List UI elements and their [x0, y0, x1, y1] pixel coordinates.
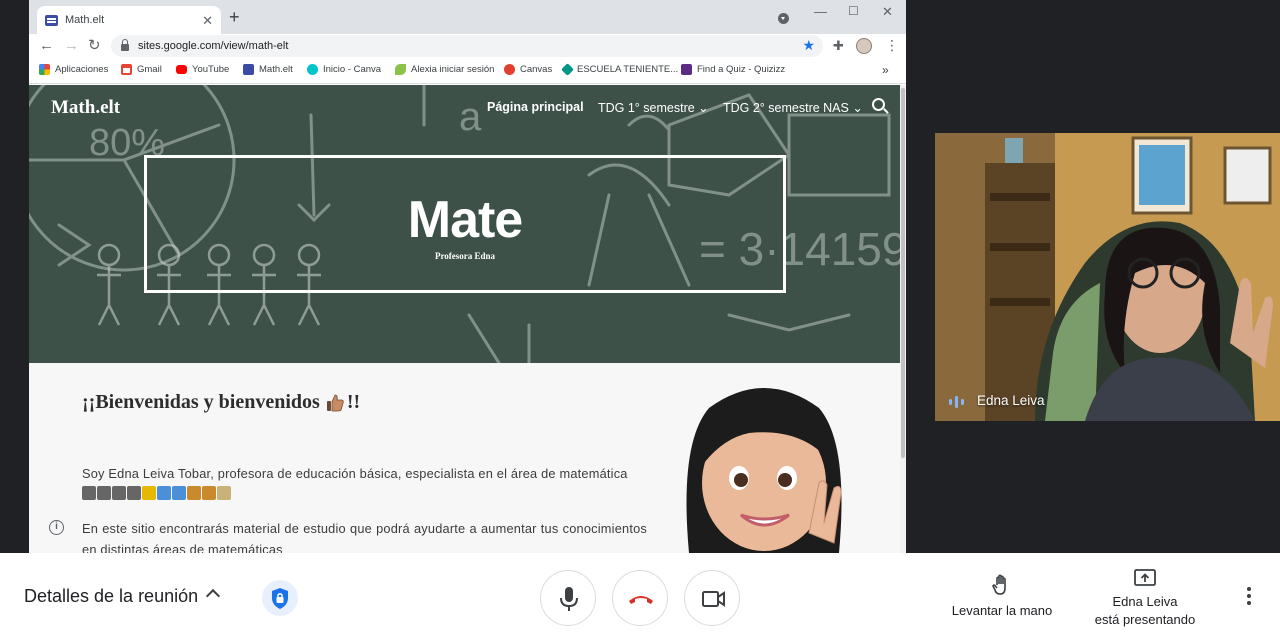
raise-hand-label: Levantar la mano: [951, 603, 1053, 618]
alexia-icon: [395, 64, 406, 75]
ruler-icon: [187, 486, 201, 500]
quizizz-icon: [681, 64, 692, 75]
camera-button[interactable]: [684, 570, 740, 626]
tab-strip: Math.elt ✕ + — ☐ ✕: [29, 0, 906, 34]
raise-hand-icon: [992, 574, 1006, 595]
microphone-button[interactable]: [540, 570, 596, 626]
hero-title-box: Mate Profesora Edna: [144, 155, 786, 293]
diamond-sign-icon: [142, 486, 156, 500]
svg-text:a: a: [459, 95, 482, 139]
line-chart-icon: [172, 486, 186, 500]
gmail-icon: [121, 64, 132, 75]
microphone-icon: [560, 587, 578, 611]
back-arrow-icon[interactable]: ←: [39, 36, 54, 56]
bookmark-math-elt[interactable]: Math.elt: [243, 64, 293, 75]
site-logo[interactable]: Math.elt: [51, 97, 120, 119]
sites-favicon-icon: [45, 14, 58, 26]
site-search-icon[interactable]: [872, 98, 885, 111]
website-page: 80% a = 3·14159 26: [29, 85, 900, 553]
chevron-down-icon: ⌄: [698, 101, 709, 115]
teacher-memoji-avatar: [686, 388, 842, 553]
site-description-paragraph: En este sitio encontrarás material de es…: [82, 521, 647, 553]
bar-chart-icon: [157, 486, 171, 500]
memo-icon: [217, 486, 231, 500]
reload-icon[interactable]: ↻: [88, 36, 101, 56]
host-controls-shield-icon[interactable]: [262, 580, 298, 616]
bookmark-canva[interactable]: Inicio - Canva: [307, 64, 381, 75]
hero-banner: 80% a = 3·14159 26: [29, 85, 900, 363]
minus-icon: [112, 486, 126, 500]
meeting-controls-bar: Detalles de la reunión Levantar la mano …: [0, 553, 1280, 641]
lock-icon: [121, 39, 129, 51]
bookmarks-overflow-icon[interactable]: »: [882, 63, 889, 77]
presenting-text: está presentando: [1094, 612, 1196, 627]
hero-title: Mate: [407, 191, 523, 249]
welcome-section: ¡¡Bienvenidas y bienvenidos !! Soy Edna …: [29, 363, 900, 553]
bookmark-quizizz[interactable]: Find a Quiz - Quizizz: [681, 64, 785, 75]
maximize-icon[interactable]: ☐: [848, 4, 859, 18]
nav-tdg1[interactable]: TDG 1° semestre ⌄: [598, 100, 709, 115]
divide-icon: [127, 486, 141, 500]
new-tab-icon[interactable]: +: [229, 8, 240, 26]
presented-browser-window: Math.elt ✕ + — ☐ ✕ ← → ↻ sites.google.co…: [29, 0, 906, 553]
tab-search-icon[interactable]: [778, 13, 789, 24]
math-emoji-row: [82, 486, 231, 500]
more-options-icon[interactable]: [1246, 587, 1252, 607]
thumbs-up-icon: [326, 394, 344, 411]
audio-level-icon: [949, 396, 964, 408]
browser-tab[interactable]: Math.elt ✕: [37, 6, 221, 34]
bookmark-youtube[interactable]: YouTube: [176, 64, 229, 75]
multiply-icon: [82, 486, 96, 500]
video-camera-icon: [702, 591, 725, 607]
close-window-icon[interactable]: ✕: [882, 4, 893, 20]
forward-arrow-icon[interactable]: →: [64, 36, 79, 56]
meet-screen: Math.elt ✕ + — ☐ ✕ ← → ↻ sites.google.co…: [0, 0, 1280, 641]
minimize-icon[interactable]: —: [814, 4, 827, 19]
chevron-up-icon[interactable]: [205, 588, 221, 604]
tab-title: Math.elt: [65, 14, 105, 26]
bookmark-alexia[interactable]: Alexia iniciar sesión: [395, 64, 494, 75]
bookmark-apps[interactable]: Aplicaciones: [39, 64, 108, 75]
presenter-name: Edna Leiva: [1112, 594, 1178, 609]
plus-icon: [97, 486, 111, 500]
participant-video: [935, 133, 1280, 421]
meeting-details-button[interactable]: Detalles de la reunión: [24, 586, 198, 607]
participant-video-tile[interactable]: Edna Leiva: [935, 133, 1280, 421]
leave-call-button[interactable]: [612, 570, 668, 626]
bookmark-escuela[interactable]: ESCUELA TENIENTE...: [561, 63, 678, 76]
bookmarks-bar: Aplicaciones Gmail YouTube Math.elt Inic…: [29, 60, 906, 84]
youtube-icon: [176, 65, 187, 74]
nav-tdg2[interactable]: TDG 2° semestre NAS ⌄: [723, 100, 863, 115]
extensions-puzzle-icon[interactable]: ✚: [833, 38, 844, 54]
participant-name: Edna Leiva: [977, 393, 1045, 408]
sites-icon: [243, 64, 254, 75]
present-screen-icon: [1134, 569, 1156, 586]
profile-avatar-icon[interactable]: [856, 38, 872, 54]
canvas-icon: [504, 64, 515, 75]
hero-subtitle: Profesora Edna: [434, 251, 496, 261]
chevron-down-icon: ⌄: [852, 101, 863, 115]
hang-up-icon: [629, 596, 653, 604]
intro-paragraph: Soy Edna Leiva Tobar, profesora de educa…: [82, 466, 628, 481]
close-tab-icon[interactable]: ✕: [202, 14, 213, 27]
page-scrollbar-thumb[interactable]: [901, 88, 905, 458]
address-bar[interactable]: sites.google.com/view/math-elt ★: [111, 35, 823, 57]
school-icon: [561, 63, 574, 76]
canva-icon: [307, 64, 318, 75]
raise-hand-button[interactable]: Levantar la mano: [940, 571, 1064, 621]
bookmark-canvas[interactable]: Canvas: [504, 64, 552, 75]
apps-grid-icon: [39, 64, 50, 75]
bookmark-gmail[interactable]: Gmail: [121, 64, 162, 75]
browser-toolbar: ← → ↻ sites.google.com/view/math-elt ★ ✚…: [29, 34, 906, 60]
browser-menu-icon[interactable]: ⋮: [885, 37, 899, 54]
triangle-ruler-icon: [202, 486, 216, 500]
url-text: sites.google.com/view/math-elt: [138, 40, 289, 52]
shield-lock-icon: [272, 588, 288, 609]
welcome-heading: ¡¡Bienvenidas y bienvenidos !!: [82, 391, 361, 413]
presenting-status-button[interactable]: Edna Leiva está presentando: [1084, 567, 1206, 627]
nav-home[interactable]: Página principal: [487, 100, 584, 114]
info-icon[interactable]: i: [49, 520, 64, 535]
bookmark-star-icon[interactable]: ★: [802, 37, 815, 54]
